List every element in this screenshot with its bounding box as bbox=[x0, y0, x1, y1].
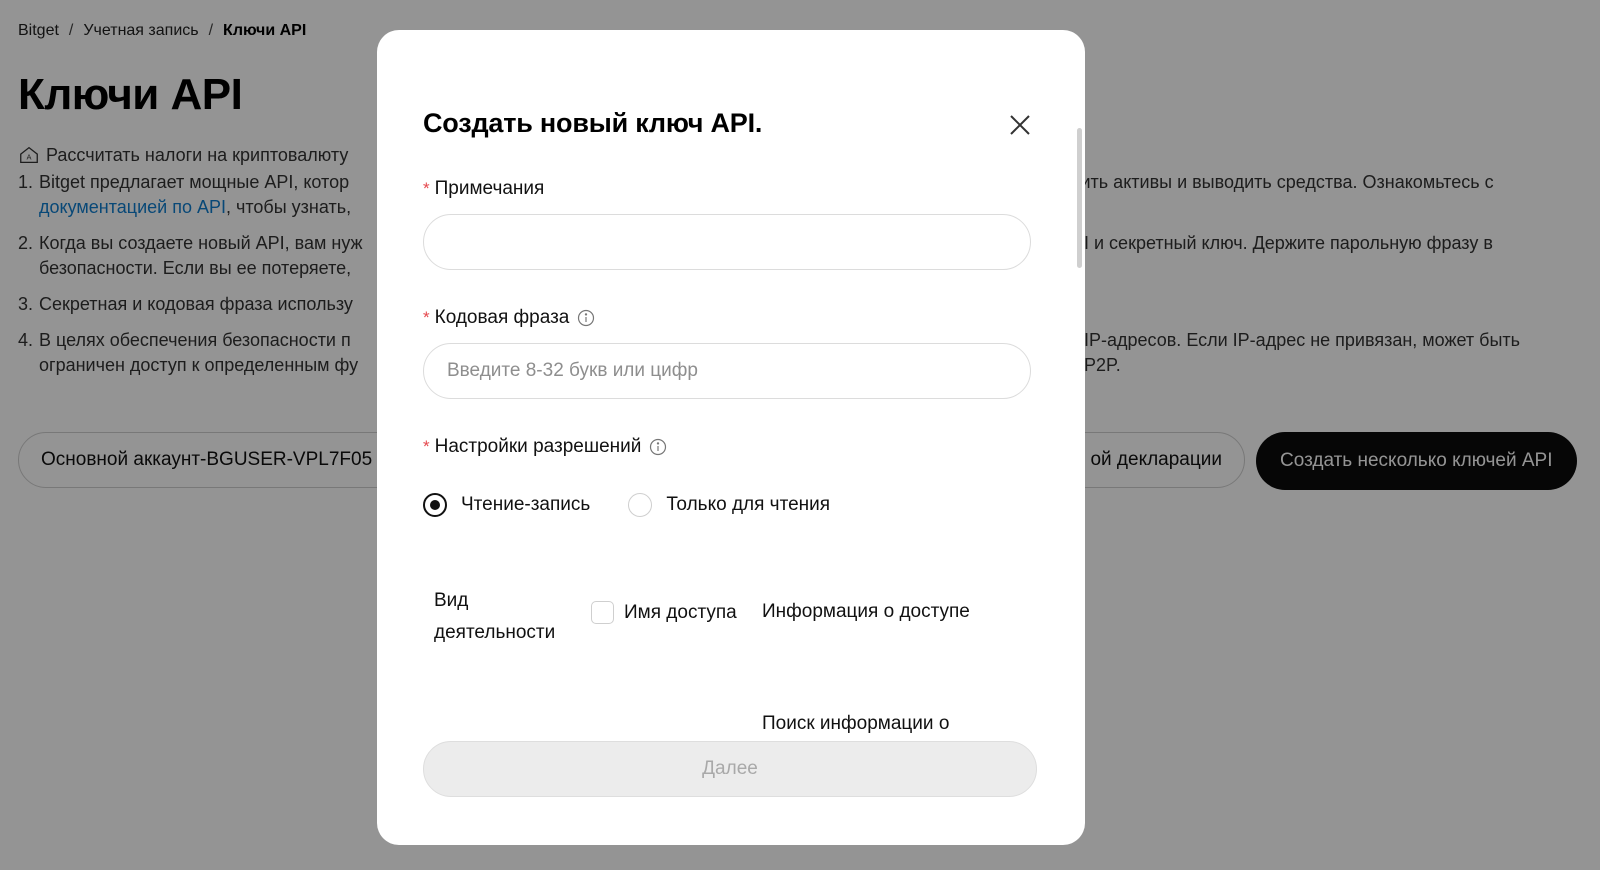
passphrase-label: * Кодовая фраза bbox=[423, 307, 595, 329]
radio-read-only[interactable]: Только для чтения bbox=[628, 493, 830, 517]
permission-radio-group: Чтение-запись Только для чтения bbox=[423, 493, 868, 517]
required-mark: * bbox=[423, 179, 430, 198]
permissions-label-text: Настройки разрешений bbox=[434, 436, 642, 457]
notes-label-text: Примечания bbox=[434, 178, 545, 199]
column-access-name: Имя доступа bbox=[591, 601, 737, 624]
required-mark: * bbox=[423, 437, 430, 456]
info-icon[interactable] bbox=[577, 309, 595, 327]
radio-read-write[interactable]: Чтение-запись bbox=[423, 493, 590, 517]
close-icon[interactable] bbox=[1007, 112, 1033, 138]
column-access-name-label: Имя доступа bbox=[624, 601, 737, 623]
permissions-label: * Настройки разрешений bbox=[423, 436, 667, 458]
modal-scrollbar[interactable] bbox=[1075, 30, 1085, 845]
radio-unselected-icon bbox=[628, 493, 653, 517]
radio-label: Чтение-запись bbox=[461, 494, 591, 515]
passphrase-label-text: Кодовая фраза bbox=[434, 307, 570, 328]
create-api-key-modal: Создать новый ключ API. * Примечания * К… bbox=[377, 30, 1085, 845]
notes-label: * Примечания bbox=[423, 178, 544, 200]
modal-title: Создать новый ключ API. bbox=[423, 108, 763, 138]
next-button[interactable]: Далее bbox=[423, 741, 1037, 797]
notes-input[interactable] bbox=[423, 214, 1031, 270]
passphrase-input[interactable] bbox=[423, 343, 1031, 399]
column-access-info: Информация о доступе bbox=[762, 601, 970, 622]
table-row-partial-text: Поиск информации о bbox=[762, 713, 950, 734]
radio-selected-icon bbox=[423, 493, 447, 517]
info-icon[interactable] bbox=[649, 438, 667, 456]
column-activity-type: Вид деятельности bbox=[434, 590, 556, 643]
scrollbar-thumb[interactable] bbox=[1077, 128, 1082, 268]
required-mark: * bbox=[423, 308, 430, 327]
select-all-checkbox[interactable] bbox=[591, 601, 614, 624]
radio-label: Только для чтения bbox=[666, 494, 831, 515]
